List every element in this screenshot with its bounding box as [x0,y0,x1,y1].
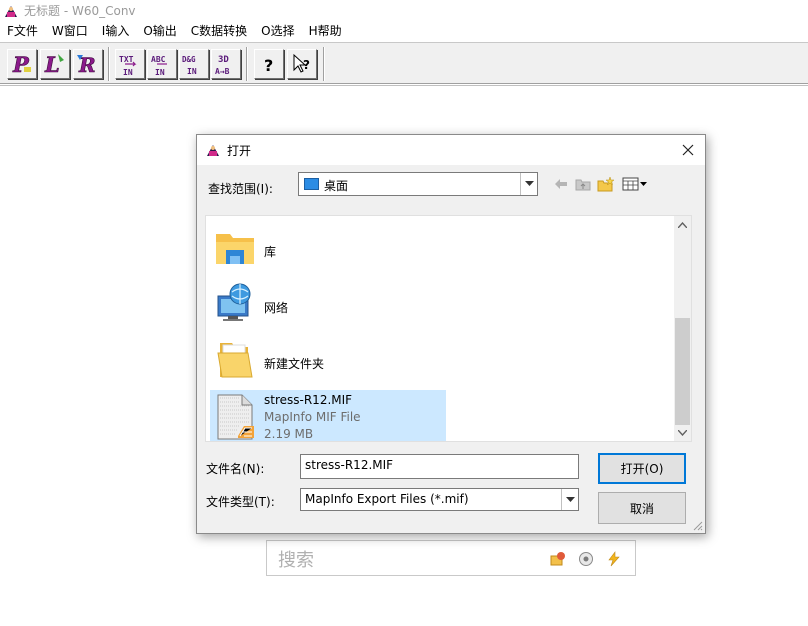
3d-convert-icon: 3D A→B [215,55,230,76]
filetype-label: 文件类型(T): [206,495,275,509]
menu-input[interactable]: I输入 [95,21,137,41]
search-box[interactable]: 搜索 [266,540,636,576]
cancel-button[interactable]: 取消 [598,492,686,524]
r-tool-icon: R [77,53,96,77]
toolbar-separator [246,47,248,81]
menu-bar: F文件 W窗口 I输入 O输出 C数据转换 O选择 H帮助 [0,21,808,41]
list-item[interactable]: 库 [210,222,446,272]
scroll-down-icon[interactable] [674,424,691,441]
svg-text:?: ? [303,58,310,72]
file-size: 2.19 MB [264,427,314,441]
view-menu-icon[interactable] [621,176,649,192]
tag-icon[interactable] [550,551,566,567]
svg-text:IN: IN [155,68,165,77]
toolbar-separator [323,47,325,81]
scroll-thumb[interactable] [675,318,690,425]
r-tool-button[interactable]: R [73,49,103,79]
look-in-value: 桌面 [324,179,349,193]
network-icon [217,283,251,321]
toolbar: P L R TXT IN ABC IN D&G IN 3D A→B ? ? [0,42,808,84]
new-folder-icon[interactable] [597,176,615,192]
menu-help[interactable]: H帮助 [302,21,349,41]
library-folder-icon [216,234,254,264]
abc-convert-icon: ABC IN [151,55,167,77]
chevron-down-icon[interactable] [520,173,537,195]
app-icon [3,2,19,19]
menu-window[interactable]: W窗口 [45,21,95,41]
menu-output[interactable]: O输出 [136,21,183,41]
resize-grip-icon[interactable] [691,519,703,531]
l-tool-icon: L [44,52,64,77]
filetype-value: MapInfo Export Files (*.mif) [305,492,469,506]
mif-file-icon [217,394,254,440]
folder-icon [217,343,253,378]
look-in-label: 查找范围(I): [208,182,273,196]
dialog-app-icon [207,145,219,156]
clock-icon[interactable] [578,551,594,567]
context-help-icon: ? [293,53,310,73]
abc-convert-button[interactable]: ABC IN [147,49,177,79]
svg-text:?: ? [264,56,273,75]
filename-label: 文件名(N): [206,462,265,476]
file-type: MapInfo MIF File [264,410,361,424]
list-item[interactable]: 网络 [210,278,446,328]
close-button[interactable] [671,135,705,165]
file-name: 库 [264,245,277,259]
list-item[interactable]: 新建文件夹 [210,335,446,385]
list-item-selected[interactable]: stress-R12.MIF MapInfo MIF File 2.19 MB [210,390,446,441]
svg-text:P: P [12,52,30,77]
open-button[interactable]: 打开(O) [598,453,686,484]
file-name: 网络 [264,301,289,315]
desktop-icon [304,178,319,190]
help-button[interactable]: ? [254,49,284,79]
context-help-button[interactable]: ? [287,49,317,79]
dialog-title: 打开 [227,144,252,158]
txt-convert-icon: TXT IN [119,55,137,77]
svg-text:ABC: ABC [151,55,166,64]
dialog-title-bar: 打开 [197,135,705,165]
svg-text:A→B: A→B [215,67,230,76]
toolbar-separator [108,47,110,81]
file-name: stress-R12.MIF [264,393,353,407]
up-folder-icon[interactable] [574,176,592,192]
svg-text:IN: IN [123,68,133,77]
search-placeholder: 搜索 [278,550,314,571]
filename-input[interactable]: stress-R12.MIF [300,454,579,479]
file-list-scrollbar[interactable] [674,216,691,441]
svg-text:3D: 3D [218,55,229,65]
menu-file[interactable]: F文件 [0,21,45,41]
txt-convert-button[interactable]: TXT IN [115,49,145,79]
open-file-dialog: 打开 查找范围(I): 桌面 库 网络 新建文件夹 stress-R12.MIF… [196,134,706,534]
svg-text:IN: IN [187,67,197,76]
3d-convert-button[interactable]: 3D A→B [211,49,241,79]
back-icon[interactable] [552,176,570,192]
scroll-up-icon[interactable] [674,216,691,233]
title-bar: 无标题 - W60_Conv [0,0,808,21]
file-list[interactable]: 库 网络 新建文件夹 stress-R12.MIF MapInfo MIF Fi… [205,215,692,442]
l-tool-button[interactable]: L [40,49,70,79]
window-title: 无标题 - W60_Conv [24,4,136,18]
dg-convert-button[interactable]: D&G IN [179,49,209,79]
file-name: 新建文件夹 [264,357,325,371]
menu-convert[interactable]: C数据转换 [184,21,254,41]
dg-convert-icon: D&G IN [182,55,197,76]
look-in-dropdown[interactable]: 桌面 [298,172,538,196]
lightning-icon[interactable] [606,551,622,567]
svg-text:D&G: D&G [182,55,196,64]
p-tool-button[interactable]: P [7,49,37,79]
filetype-dropdown[interactable]: MapInfo Export Files (*.mif) [300,488,579,511]
p-tool-icon: P [12,52,31,77]
chevron-down-icon[interactable] [561,489,578,510]
svg-text:TXT: TXT [119,55,134,64]
close-icon [682,144,694,156]
question-mark-icon: ? [264,56,273,75]
svg-text:L: L [44,52,60,77]
menu-select[interactable]: O选择 [254,21,301,41]
